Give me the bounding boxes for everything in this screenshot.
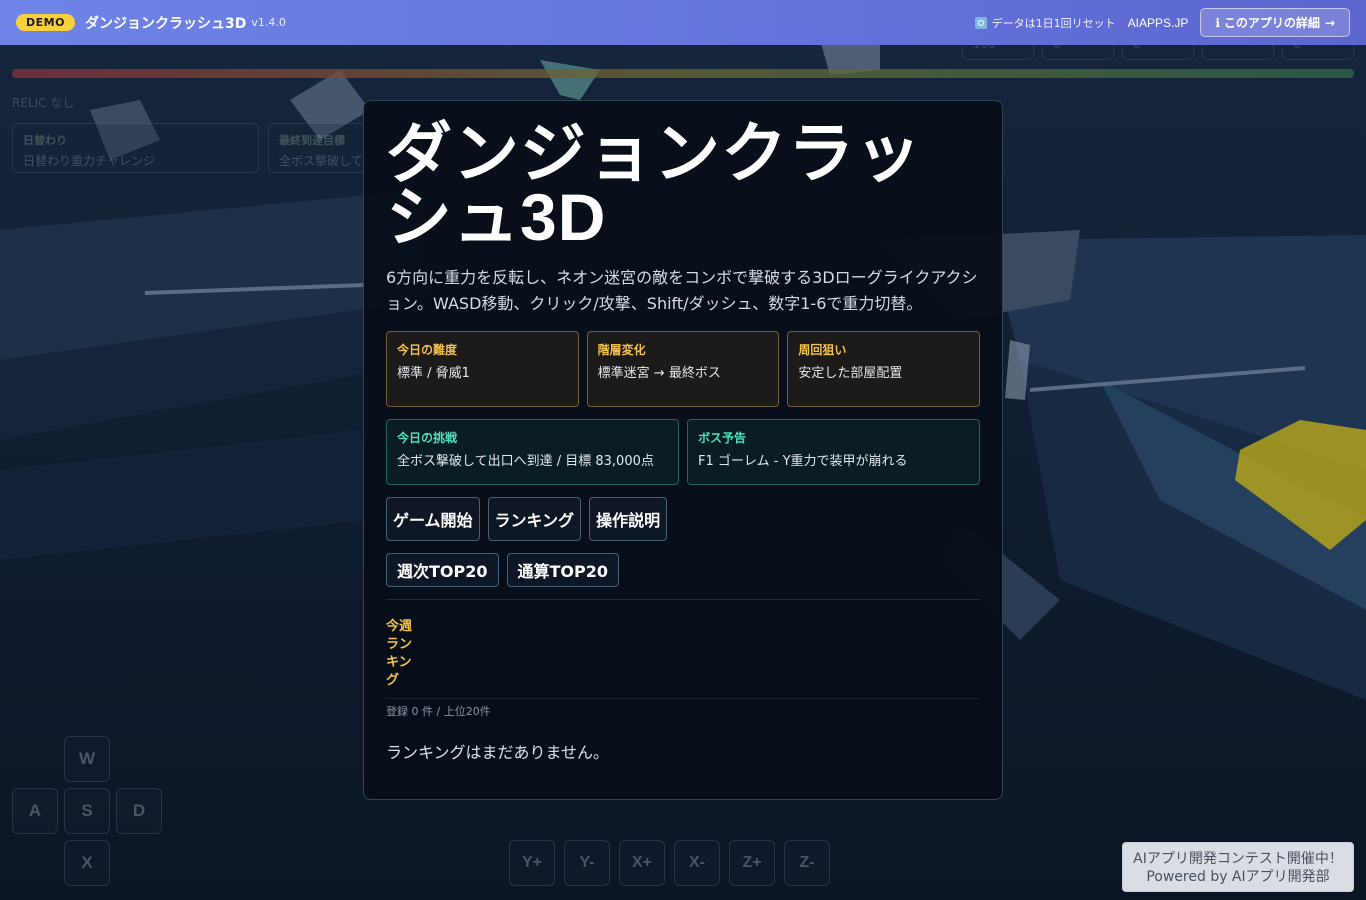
arrow-right-icon: → <box>1324 15 1335 30</box>
refresh-icon <box>974 16 987 29</box>
run-aim-card: 周回狙い 安定した部屋配置 <box>787 331 981 407</box>
key-x[interactable]: X <box>64 840 110 886</box>
modal-description: 6方向に重力を反転し、ネオン迷宮の敵をコンボで撃破する3Dローグライクアクション… <box>386 268 978 313</box>
run-aim-label: 周回狙い <box>798 343 847 357</box>
app-detail-label: このアプリの詳細 <box>1223 16 1320 30</box>
info-icon: ℹ <box>1215 15 1220 30</box>
app-title: ダンジョンクラッシュ3D <box>84 15 247 32</box>
relic-label: RELIC なし <box>12 96 75 110</box>
floor-change-card: 階層変化 標準迷宮 → 最終ボス <box>586 331 780 407</box>
daily-card: 日替わり 日替わり重力チャレンジ <box>12 123 259 173</box>
challenge-cards: 今日の挑戦 全ボス撃破して出口へ到達 / 目標 83,000点 ボス予告 F1 … <box>386 419 980 485</box>
demo-badge: DEMO <box>16 14 75 31</box>
ranking-tabs: 週次TOP20 通算TOP20 <box>386 553 980 587</box>
difficulty-card: 今日の難度 標準 / 脅威1 <box>386 331 579 407</box>
start-game-button[interactable]: ゲーム開始 <box>386 497 480 541</box>
main-buttons: ゲーム開始 ランキング 操作説明 <box>386 497 980 541</box>
daily-challenge-label: 今日の挑戦 <box>397 431 458 445</box>
floor-change-value: 標準迷宮 → 最終ボス <box>597 366 721 381</box>
gravity-key-x-minus[interactable]: X- <box>674 840 720 886</box>
divider <box>386 599 980 600</box>
contest-powered-by: Powered by AIアプリ開発部 <box>1146 869 1330 885</box>
key-a[interactable]: A <box>12 788 58 834</box>
daily-challenge-card: 今日の挑戦 全ボス撃破して出口へ到達 / 目標 83,000点 <box>386 419 679 485</box>
gravity-key-y-plus[interactable]: Y+ <box>509 840 555 886</box>
difficulty-value: 標準 / 脅威1 <box>397 366 470 381</box>
key-w[interactable]: W <box>64 736 110 782</box>
app-detail-button[interactable]: ℹ このアプリの詳細 → <box>1200 8 1350 37</box>
site-link[interactable]: AIAPPS.JP <box>1128 16 1189 30</box>
modal-title: ダンジョンクラッシュ3D <box>386 116 922 254</box>
daily-challenge-value: 全ボス撃破して出口へ到達 / 目標 83,000点 <box>397 454 654 469</box>
divider <box>386 698 980 699</box>
top-bar: DEMO ダンジョンクラッシュ3D v1.4.0 データは1日1回リセット AI… <box>0 0 1366 45</box>
gravity-key-z-minus[interactable]: Z- <box>784 840 830 886</box>
key-s[interactable]: S <box>64 788 110 834</box>
boss-preview-card: ボス予告 F1 ゴーレム - Y重力で装甲が崩れる <box>687 419 980 485</box>
ranking-empty-message: ランキングはまだありません。 <box>386 743 610 762</box>
gravity-key-x-plus[interactable]: X+ <box>619 840 665 886</box>
goal-card: 最終到達目標 全ボス撃破して出口へ <box>268 123 368 173</box>
contest-line: AIアプリ開発コンテスト開催中！ <box>1133 851 1343 867</box>
boss-preview-label: ボス予告 <box>698 431 747 445</box>
start-modal: ダンジョンクラッシュ3D 6方向に重力を反転し、ネオン迷宮の敵をコンボで撃破する… <box>363 100 1003 800</box>
ranking-count: 登録 0 件 / 上位20件 <box>386 705 491 718</box>
ranking-button[interactable]: ランキング <box>487 497 582 541</box>
gravity-key-y-minus[interactable]: Y- <box>564 840 610 886</box>
top-bar-right: データは1日1回リセット AIAPPS.JP ℹ このアプリの詳細 → <box>974 8 1350 37</box>
info-cards: 今日の難度 標準 / 脅威1 階層変化 標準迷宮 → 最終ボス 周回狙い 安定し… <box>386 331 981 407</box>
app-version: v1.4.0 <box>251 16 286 29</box>
reset-note-text: データは1日1回リセット <box>991 16 1116 30</box>
reset-note: データは1日1回リセット <box>974 15 1116 31</box>
weekly-top20-tab[interactable]: 週次TOP20 <box>386 553 499 587</box>
boss-preview-value: F1 ゴーレム - Y重力で装甲が崩れる <box>698 454 908 469</box>
difficulty-label: 今日の難度 <box>397 343 458 357</box>
gravity-key-z-plus[interactable]: Z+ <box>729 840 775 886</box>
run-aim-value: 安定した部屋配置 <box>798 366 903 381</box>
weekly-ranking-title: 今週ランキング <box>386 619 413 688</box>
key-d[interactable]: D <box>116 788 162 834</box>
contest-banner[interactable]: AIアプリ開発コンテスト開催中！ Powered by AIアプリ開発部 <box>1122 842 1354 892</box>
floor-change-label: 階層変化 <box>597 343 646 357</box>
alltime-top20-tab[interactable]: 通算TOP20 <box>506 553 620 587</box>
how-to-play-button[interactable]: 操作説明 <box>589 497 668 541</box>
